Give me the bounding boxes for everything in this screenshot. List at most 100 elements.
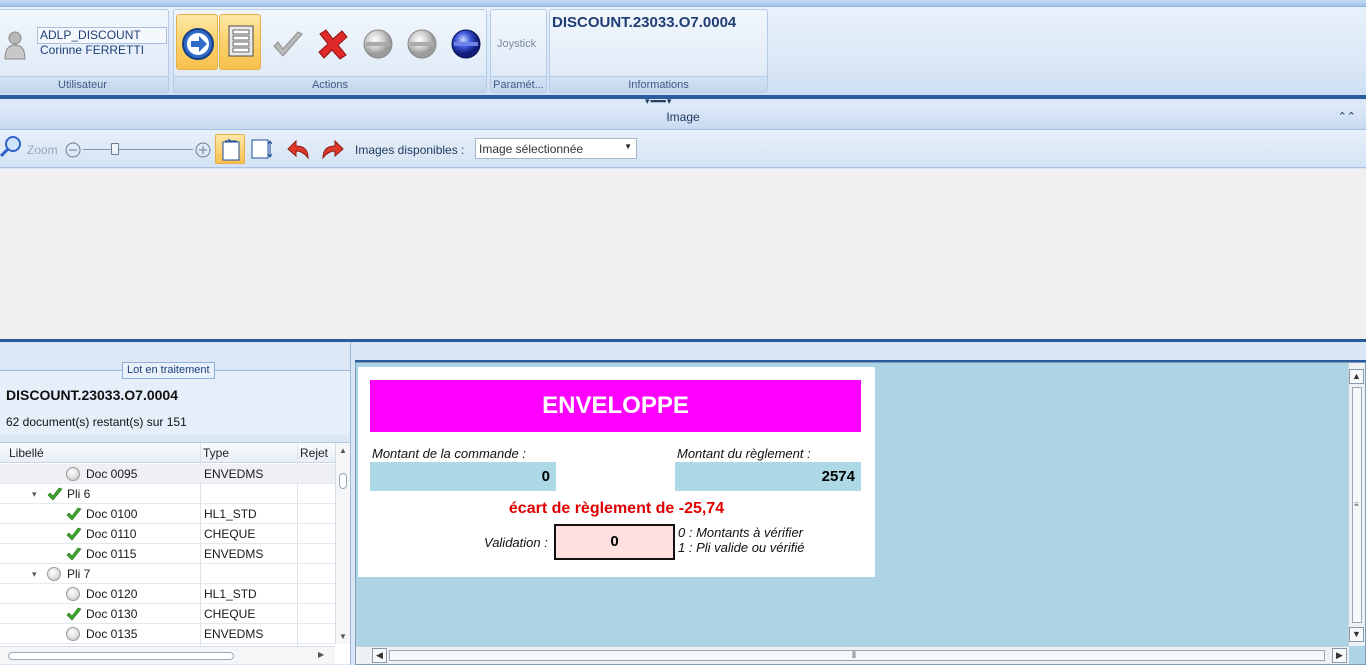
legend-item-0: 0 : Montants à vérifier bbox=[678, 525, 803, 540]
tree-doc-row[interactable]: Doc 0120 HL1_STD bbox=[0, 584, 335, 604]
scroll-thumb-h[interactable] bbox=[8, 652, 234, 660]
rotate-right-icon[interactable] bbox=[319, 138, 345, 160]
scroll-thumb[interactable] bbox=[339, 473, 347, 489]
tree-doc-row[interactable]: Doc 0135 ENVEDMS bbox=[0, 624, 335, 644]
images-select-value: Image sélectionnée bbox=[479, 142, 584, 156]
zoom-in-icon[interactable] bbox=[195, 142, 211, 158]
image-toolbar: Zoom Images disponibles : Image sélectio… bbox=[0, 130, 1366, 168]
pending-circle-icon bbox=[66, 467, 80, 481]
scroll-top-icon[interactable]: ▲ bbox=[1349, 369, 1364, 384]
expand-icon[interactable]: ▾ bbox=[32, 484, 37, 504]
grey-circle-icon[interactable] bbox=[406, 28, 438, 60]
order-amount-label: Montant de la commande : bbox=[372, 446, 526, 461]
zoom-slider-thumb[interactable] bbox=[111, 143, 119, 155]
user-group-label: Utilisateur bbox=[0, 76, 168, 92]
zoom-out-icon[interactable] bbox=[65, 142, 81, 158]
params-group: Joystick Paramét... bbox=[490, 9, 547, 93]
tree-doc-row[interactable]: Doc 0100 HL1_STD bbox=[0, 504, 335, 524]
tree-row-type: CHEQUE bbox=[204, 527, 256, 541]
tree-doc-row[interactable]: Doc 0115 ENVEDMS bbox=[0, 544, 335, 564]
image-panel-header[interactable]: Image ⌃⌃ bbox=[0, 104, 1366, 130]
payment-amount-label: Montant du règlement : bbox=[677, 446, 811, 461]
tree-folder-row[interactable]: ▾ Pli 6 bbox=[0, 484, 335, 504]
blue-circle-icon[interactable] bbox=[450, 28, 482, 60]
user-group: ADLP_DISCOUNT Corinne FERRETTI Utilisate… bbox=[0, 9, 169, 93]
grip-icon: ≡ bbox=[1354, 500, 1359, 509]
grip-icon: ⦀ bbox=[852, 650, 856, 660]
order-amount-field[interactable]: 0 bbox=[370, 462, 556, 491]
tree-scrollbar-h[interactable]: ▶ bbox=[0, 646, 335, 664]
tree-row-type: ENVEDMS bbox=[204, 547, 264, 561]
scroll-thumb-h[interactable]: ⦀ bbox=[389, 650, 1325, 661]
scroll-down-icon[interactable]: ▼ bbox=[339, 632, 347, 641]
order-amount-value: 0 bbox=[541, 468, 550, 485]
form-panel: ENVELOPPE Montant de la commande : 0 Mon… bbox=[355, 362, 1366, 665]
pending-circle-icon bbox=[66, 587, 80, 601]
form-scrollbar-v[interactable]: ▲ ≡ ▼ bbox=[1348, 363, 1365, 646]
tree-scrollbar-v[interactable]: ▲ ▼ bbox=[335, 443, 350, 644]
validate-check-icon[interactable] bbox=[271, 30, 305, 60]
fit-width-icon[interactable] bbox=[251, 138, 275, 160]
info-group-label: Informations bbox=[550, 76, 767, 92]
params-group-label: Paramét... bbox=[491, 76, 546, 92]
tree-row-label: Doc 0120 bbox=[86, 587, 138, 601]
expand-icon[interactable]: ▾ bbox=[32, 564, 37, 584]
lot-info: DISCOUNT.23033.O7.0004 62 document(s) re… bbox=[0, 370, 350, 435]
search-icon[interactable] bbox=[0, 135, 22, 157]
tree-folder-row[interactable]: ▾ Pli 7 bbox=[0, 564, 335, 584]
check-icon bbox=[66, 527, 82, 541]
tree-row-label: Pli 7 bbox=[67, 567, 91, 581]
tree-row-type: CHEQUE bbox=[204, 607, 256, 621]
scroll-right-icon[interactable]: ▶ bbox=[318, 650, 324, 659]
tree-row-label: Doc 0110 bbox=[86, 527, 137, 541]
ribbon: ADLP_DISCOUNT Corinne FERRETTI Utilisate… bbox=[0, 7, 1366, 95]
ribbon-splitter[interactable]: ▾ ▪▪▪▪▪▪▪ ▾ bbox=[0, 95, 1366, 106]
tree-row-type: HL1_STD bbox=[204, 587, 257, 601]
collapse-up-icon[interactable]: ⌃⌃ bbox=[1338, 104, 1356, 130]
pending-circle-icon bbox=[47, 567, 61, 581]
user-icon bbox=[4, 31, 26, 60]
chevron-down-icon: ▼ bbox=[624, 142, 632, 151]
tree-doc-row[interactable]: Doc 0110 CHEQUE bbox=[0, 524, 335, 544]
tree-row-label: Doc 0115 bbox=[86, 547, 137, 561]
check-icon bbox=[66, 547, 82, 561]
user-name: Corinne FERRETTI bbox=[40, 43, 145, 57]
actions-group-label: Actions bbox=[174, 76, 486, 92]
title-strip bbox=[0, 0, 1366, 7]
tree-doc-row[interactable]: Doc 0130 CHEQUE bbox=[0, 604, 335, 624]
scroll-right-icon[interactable]: ▶ bbox=[1332, 648, 1347, 663]
rotate-left-icon[interactable] bbox=[286, 138, 312, 160]
col-type[interactable]: Type bbox=[203, 446, 229, 460]
form-scrollbar-h[interactable]: ◀ ⦀ ▶ bbox=[356, 646, 1349, 664]
tree-row-label: Doc 0135 bbox=[86, 627, 138, 641]
payment-amount-field[interactable]: 2574 bbox=[675, 462, 861, 491]
image-viewer[interactable] bbox=[0, 169, 1366, 339]
lot-tab[interactable]: Lot en traitement bbox=[122, 362, 215, 379]
scroll-bottom-icon[interactable]: ▼ bbox=[1349, 627, 1364, 642]
col-libelle[interactable]: Libellé bbox=[9, 446, 44, 460]
document-tree[interactable]: Libellé Type Rejet Doc 0095 ENVEDMS ▾ Pli 6… bbox=[0, 442, 350, 664]
form-banner: ENVELOPPE bbox=[370, 380, 861, 432]
next-button[interactable] bbox=[176, 14, 218, 70]
fit-page-button[interactable] bbox=[215, 134, 245, 164]
tree-row-type: ENVEDMS bbox=[204, 467, 264, 481]
images-available-label: Images disponibles : bbox=[355, 143, 465, 157]
tree-doc-row[interactable]: Doc 0095 ENVEDMS bbox=[0, 464, 335, 484]
col-rejet[interactable]: Rejet bbox=[300, 446, 328, 460]
scroll-thumb[interactable]: ≡ bbox=[1352, 387, 1362, 623]
scroll-left-icon[interactable]: ◀ bbox=[372, 648, 387, 663]
zoom-label: Zoom bbox=[27, 143, 58, 157]
joystick-button[interactable]: Joystick bbox=[497, 38, 536, 50]
user-login: ADLP_DISCOUNT bbox=[37, 27, 167, 44]
lot-panel: Lot en traitement DISCOUNT.23033.O7.0004… bbox=[0, 342, 351, 665]
validation-label: Validation : bbox=[484, 535, 548, 550]
images-select[interactable]: Image sélectionnée ▼ bbox=[475, 138, 637, 159]
copy-button[interactable] bbox=[219, 14, 261, 70]
scroll-up-icon[interactable]: ▲ bbox=[339, 446, 347, 455]
reject-cross-icon[interactable] bbox=[316, 28, 350, 60]
tree-row-label: Doc 0095 bbox=[86, 467, 138, 481]
grey-circle-icon[interactable] bbox=[362, 28, 394, 60]
validation-input[interactable]: 0 bbox=[554, 524, 675, 560]
actions-group: Actions bbox=[173, 9, 487, 93]
zoom-slider-track[interactable] bbox=[83, 149, 193, 150]
